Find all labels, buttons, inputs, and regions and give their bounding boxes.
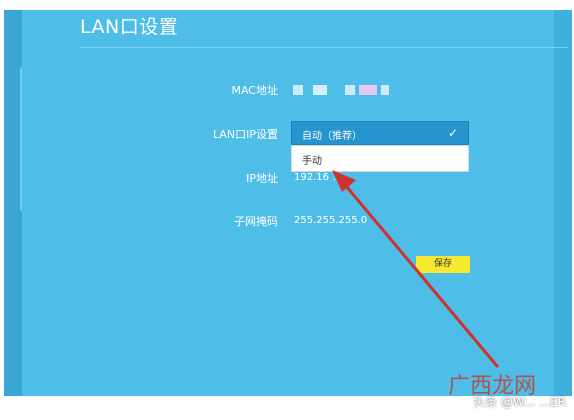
lan-ip-setting-label: LAN口IP设置 bbox=[212, 128, 278, 141]
subnet-mask-label: 子网掩码 bbox=[234, 215, 278, 228]
router-settings-window bbox=[4, 10, 572, 396]
right-edge bbox=[554, 10, 572, 396]
ip-address-value-tail: .1 bbox=[333, 172, 343, 183]
dropdown-option-manual[interactable]: 手动 bbox=[302, 152, 322, 167]
mac-address-label: MAC地址 bbox=[231, 84, 278, 97]
settings-panel bbox=[22, 10, 554, 396]
ip-address-value: 192.16 bbox=[294, 172, 329, 183]
title-divider bbox=[80, 47, 568, 48]
watermark-caption: 头条 @W... ...ER bbox=[473, 395, 566, 409]
ip-address-label: IP地址 bbox=[246, 172, 278, 185]
page-title: LAN口设置 bbox=[80, 16, 179, 38]
lan-ip-mode-select[interactable]: 自动（推荐） ✓ bbox=[291, 121, 469, 145]
subnet-mask-value: 255.255.255.0 bbox=[294, 215, 368, 226]
check-icon: ✓ bbox=[447, 126, 458, 140]
lan-ip-mode-dropdown: 手动 bbox=[291, 145, 469, 172]
save-button[interactable]: 保存 bbox=[416, 256, 470, 273]
lan-ip-mode-selected-value: 自动（推荐） bbox=[302, 131, 362, 142]
